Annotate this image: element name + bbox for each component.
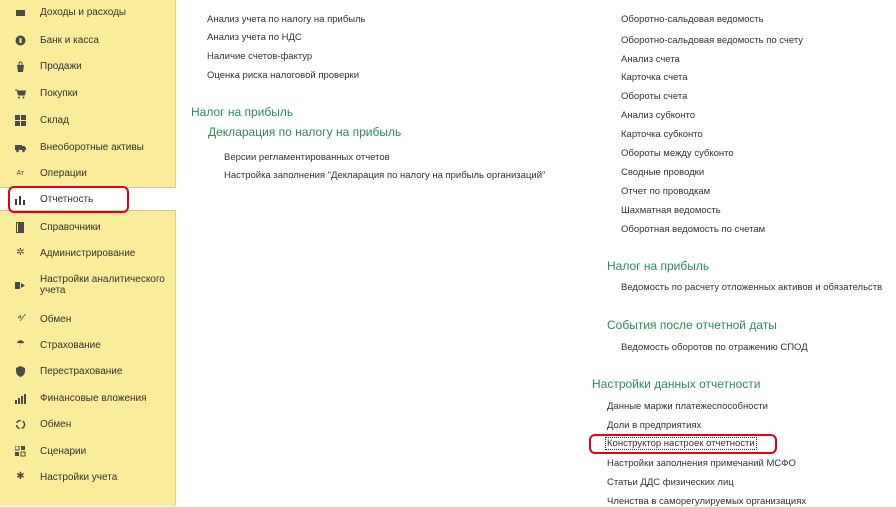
sidebar-item-fixed-assets[interactable]: Внеоборотные активы [0,139,176,155]
sidebar-item-label: Финансовые вложения [40,392,147,404]
sidebar-item-label: Внеоборотные активы [40,141,144,153]
link-individual-cashflow-items[interactable]: Статьи ДДС физических лиц [607,477,734,488]
sidebar-item-label: Сценарии [40,445,87,457]
section-title-profit-tax-right: Налог на прибыль [607,259,710,273]
bar-chart-icon [15,194,26,205]
link-summary-entries[interactable]: Сводные проводки [621,167,704,178]
investments-icon [15,393,26,404]
exchange-icon: ⁴⁄ [17,313,24,324]
book-icon [15,221,26,233]
warehouse-icon [15,114,26,126]
sidebar-item-label: Покупки [40,87,78,99]
sidebar-item-label: Перестрахование [40,365,123,377]
section-title-subsequent-events: События после отчетной даты [607,318,777,332]
operations-icon: Ат [16,169,25,177]
gear-icon: ✲ [16,247,25,258]
cart-icon [15,88,26,99]
link-profit-tax-analysis[interactable]: Анализ учета по налогу на прибыль [207,14,366,25]
link-accounts-turnover-sheet[interactable]: Оборотная ведомость по счетам [621,224,765,235]
sidebar-item-administration[interactable]: ✲ Администрирование [0,245,176,261]
link-regulated-report-versions[interactable]: Версии регламентированных отчетов [224,152,390,163]
truck-icon [15,142,26,153]
sidebar-item-accounting-settings[interactable]: ✱ Настройки учета [0,469,176,485]
link-spod-turnover[interactable]: Ведомость оборотов по отражению СПОД [621,342,808,353]
link-account-trial-balance[interactable]: Оборотно-сальдовая ведомость по счету [621,35,803,46]
sidebar-item-exchange[interactable]: ⁴⁄ Обмен [0,311,176,327]
link-invoices-availability[interactable]: Наличие счетов-фактур [207,51,312,62]
bank-icon [15,35,26,46]
link-declaration-fill-settings[interactable]: Настройка заполнения "Декларация по нало… [224,170,545,181]
link-ifrs-notes-settings[interactable]: Настройки заполнения примечаний МСФО [607,458,796,469]
sidebar-item-label: Доходы и расходы [40,6,127,18]
sidebar-item-purchases[interactable]: Покупки [0,85,176,101]
link-entries-report[interactable]: Отчет по проводкам [621,186,710,197]
sidebar-item-operations[interactable]: Ат Операции [0,165,176,181]
analytics-settings-icon [15,280,26,291]
link-solvency-margin-data[interactable]: Данные маржи платежеспособности [607,401,768,412]
section-title-report-data-settings: Настройки данных отчетности [592,377,761,391]
sidebar-item-label: Склад [40,114,69,126]
sidebar-item-label: Отчетность [40,193,94,205]
sidebar-item-label: Настройки аналитического учета [40,274,165,296]
link-sro-memberships[interactable]: Членства в саморегулируемых организациях [607,496,806,507]
link-tax-audit-risk[interactable]: Оценка риска налоговой проверки [207,70,359,81]
subsection-title-declaration: Декларация по налогу на прибыль [208,125,402,139]
link-chess-sheet[interactable]: Шахматная ведомость [621,205,721,216]
sync-ring-icon [15,419,26,430]
sidebar-item-bank[interactable]: Банк и касса [0,32,176,48]
link-account-card[interactable]: Карточка счета [621,72,688,83]
link-subconto-analysis[interactable]: Анализ субконто [621,110,695,121]
link-enterprise-shares[interactable]: Доли в предприятиях [607,420,701,431]
sidebar-item-label: Продажи [40,60,82,72]
sidebar-item-label: Страхование [40,339,101,351]
link-deferred-assets-statement[interactable]: Ведомость по расчету отложенных активов … [621,282,882,293]
sidebar-item-income-expenses[interactable]: Доходы и расходы [0,4,176,20]
sidebar-item-directories[interactable]: Справочники [0,219,176,235]
link-subconto-card[interactable]: Карточка субконто [621,129,703,140]
link-account-turnover[interactable]: Обороты счета [621,91,687,102]
umbrella-icon: ☂ [16,339,25,350]
sidebar-item-reports[interactable]: Отчетность [0,187,176,211]
section-title-profit-tax: Налог на прибыль [191,105,294,119]
sidebar-item-analytics-settings[interactable]: Настройки аналитического учета [0,272,176,298]
settings-gear-icon: ✱ [16,471,25,482]
link-trial-balance[interactable]: Оборотно-сальдовая ведомость [621,14,764,25]
link-subconto-turnover[interactable]: Обороты между субконто [621,148,734,159]
sidebar-item-label: Обмен [40,418,72,430]
scenarios-icon [15,445,26,457]
sidebar: Доходы и расходы Банк и касса Продажи По… [0,0,176,506]
sidebar-item-label: Справочники [40,221,101,233]
sidebar-item-insurance[interactable]: ☂ Страхование [0,337,176,353]
sidebar-item-label: Администрирование [40,247,136,259]
income-expense-icon [15,7,26,18]
link-account-analysis[interactable]: Анализ счета [621,54,680,65]
sidebar-item-label: Настройки учета [40,471,118,483]
shield-icon [15,365,26,377]
link-vat-analysis[interactable]: Анализ учета по НДС [207,32,302,43]
link-report-settings-constructor[interactable]: Конструктор настроек отчетности [605,437,757,450]
sidebar-item-exchange-2[interactable]: Обмен [0,416,176,432]
sidebar-item-scenarios[interactable]: Сценарии [0,443,176,459]
sales-icon [15,61,26,72]
sidebar-item-sales[interactable]: Продажи [0,58,176,74]
sidebar-item-label: Операции [40,167,87,179]
sidebar-item-label: Банк и касса [40,34,99,46]
sidebar-item-label: Обмен [40,313,72,325]
sidebar-item-warehouse[interactable]: Склад [0,112,176,128]
sidebar-item-reinsurance[interactable]: Перестрахование [0,363,176,379]
sidebar-item-investments[interactable]: Финансовые вложения [0,390,176,406]
